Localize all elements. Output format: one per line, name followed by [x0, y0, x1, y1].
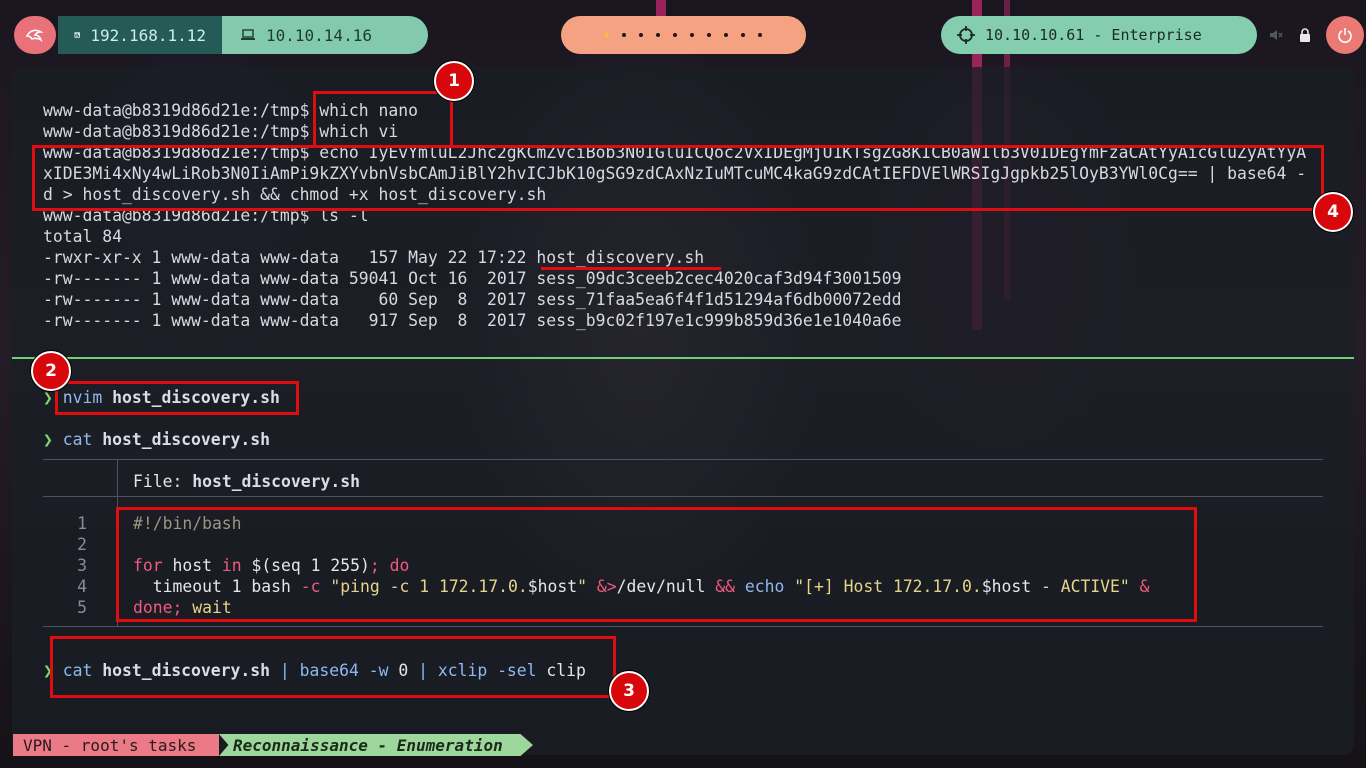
pane-divider[interactable]: [12, 357, 1354, 359]
annotation-box-4: [32, 145, 1324, 211]
vpn-ip-text: 10.10.14.16: [266, 25, 372, 45]
workspace-dot-1[interactable]: [605, 33, 609, 37]
workspace-dot-9[interactable]: [741, 33, 745, 37]
laptop-icon: [241, 29, 255, 40]
line-number: 1: [77, 514, 87, 533]
lock-icon[interactable]: [1299, 28, 1311, 42]
workspace-dot-7[interactable]: [707, 33, 711, 37]
file-label: File:: [133, 472, 193, 491]
power-icon: [1338, 28, 1352, 43]
line-number: 3: [77, 556, 87, 575]
terminal-line: -rw------- 1 www-data www-data 59041 Oct…: [43, 269, 902, 288]
terminal-line: total 84: [43, 227, 122, 246]
line-number: 4: [77, 577, 87, 596]
command-line-cat: ❯ cat host_discovery.sh: [43, 429, 270, 450]
workspace-dot-4[interactable]: [656, 33, 660, 37]
annotation-badge-1: 1: [434, 61, 474, 101]
monitor-icon: [74, 32, 80, 38]
crosshair-icon: [957, 26, 975, 44]
annotation-badge-2: 2: [31, 351, 71, 391]
vpn-ip-widget[interactable]: 10.10.14.16: [222, 16, 428, 54]
line-number: 5: [77, 598, 87, 617]
workspace-dot-8[interactable]: [724, 33, 728, 37]
target-text: 10.10.10.61 - Enterprise: [985, 26, 1202, 44]
file-name: host_discovery.sh: [192, 472, 360, 491]
power-button[interactable]: [1326, 16, 1364, 54]
annotation-badge-3: 3: [609, 671, 649, 711]
local-ip-widget[interactable]: 192.168.1.12: [58, 16, 222, 54]
annotation-underline: [541, 267, 721, 270]
workspace-dot-5[interactable]: [673, 33, 677, 37]
top-bar: 192.168.1.12 10.10.14.16 10.10.10.61 - E…: [0, 0, 1366, 66]
line-number: 2: [77, 535, 87, 554]
target-widget[interactable]: 10.10.10.61 - Enterprise: [941, 16, 1257, 54]
kali-dragon-icon: [25, 29, 44, 42]
bat-file-header: File: host_discovery.sh: [133, 471, 360, 492]
workspace-dot-6[interactable]: [690, 33, 694, 37]
volume-muted-icon[interactable]: [1269, 29, 1283, 41]
bat-border: [43, 459, 1323, 460]
terminal-line: -rw------- 1 www-data www-data 60 Sep 8 …: [43, 290, 902, 309]
prompt-symbol: ❯: [43, 430, 53, 449]
terminal-line: -rw------- 1 www-data www-data 917 Sep 8…: [43, 311, 902, 330]
annotation-badge-4: 4: [1313, 192, 1353, 232]
bat-border: [43, 626, 1323, 627]
command-name: cat: [62, 430, 93, 449]
terminal-line: -rwxr-xr-x 1 www-data www-data 157 May 2…: [43, 248, 705, 267]
tmux-window-label[interactable]: Reconnaissance - Enumeration: [219, 734, 533, 756]
annotation-box-1: [313, 91, 453, 148]
local-ip-text: 192.168.1.12: [90, 25, 206, 45]
workspace-dot-2[interactable]: [622, 33, 626, 37]
workspace-dot-10[interactable]: [758, 33, 762, 37]
workspace-dot-3[interactable]: [639, 33, 643, 37]
annotation-box-2: [55, 381, 299, 415]
annotation-box-3: [50, 636, 616, 698]
kali-menu-button[interactable]: [14, 16, 56, 54]
ip-group: 192.168.1.12 10.10.14.16: [58, 16, 428, 54]
tmux-session-label[interactable]: VPN - root's tasks: [13, 734, 219, 756]
workspace-switcher[interactable]: [561, 16, 806, 54]
annotation-box-code: [116, 507, 1197, 622]
command-argument: host_discovery.sh: [102, 430, 270, 449]
bat-border: [43, 496, 1323, 497]
